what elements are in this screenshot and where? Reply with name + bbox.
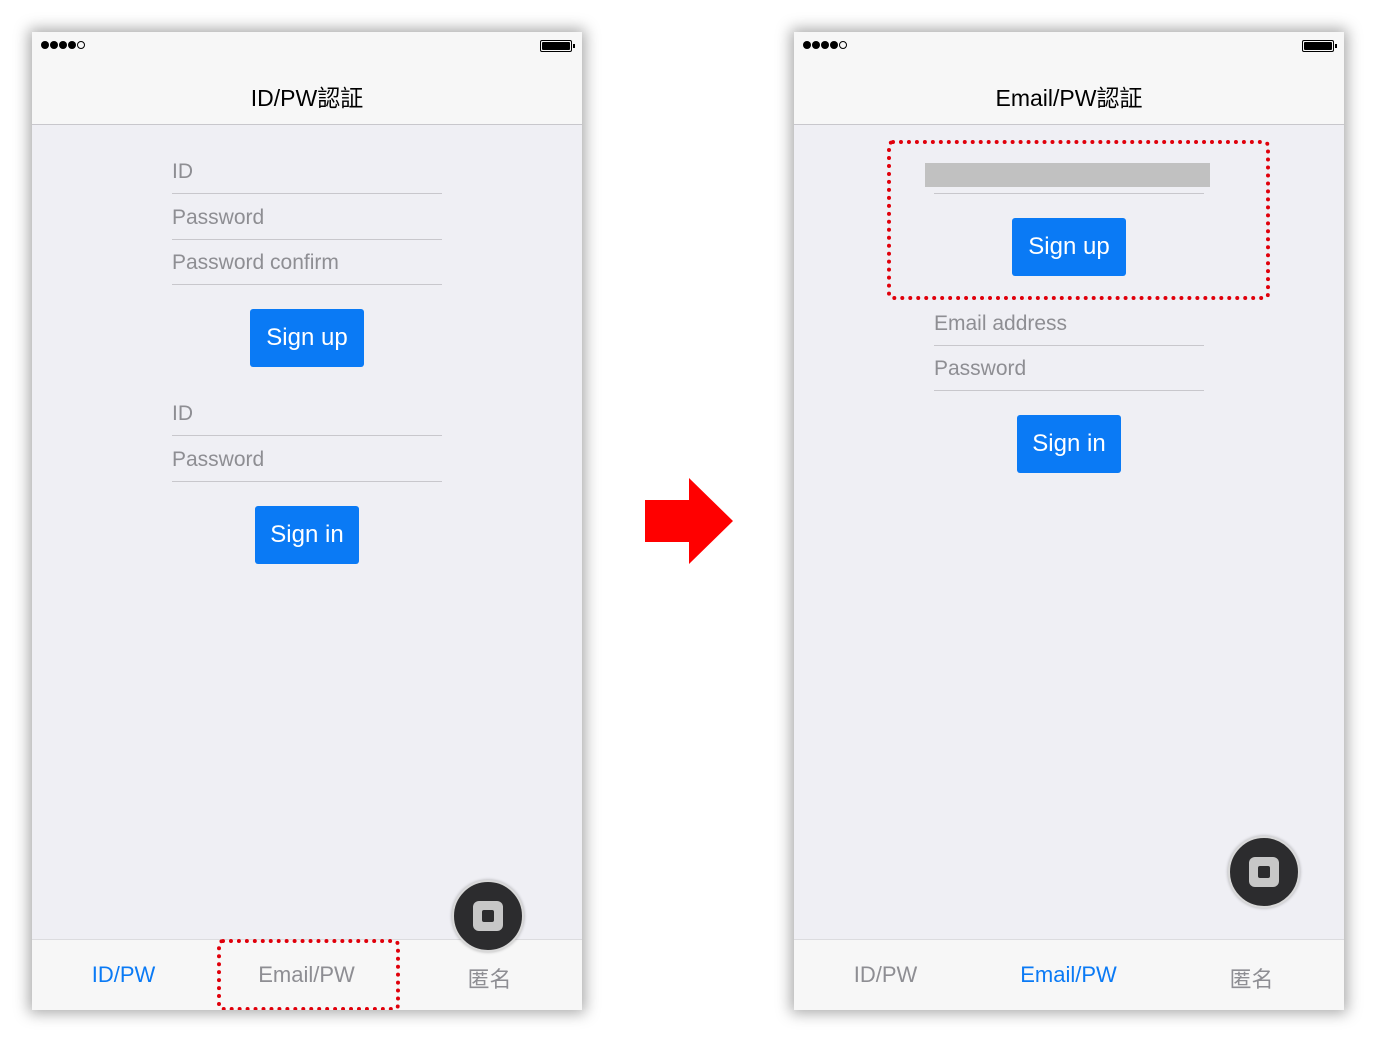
signup-password-field[interactable]: Password [172, 195, 442, 240]
tab-bar: ID/PW Email/PW 匿名 [794, 939, 1344, 1010]
assistive-touch-button[interactable] [452, 880, 524, 952]
sign-in-button[interactable]: Sign in [1017, 415, 1121, 473]
page-title: ID/PW認証 [250, 85, 364, 111]
tab-id-pw[interactable]: ID/PW [32, 962, 215, 988]
sign-up-button[interactable]: Sign up [250, 309, 364, 367]
right-arrow-icon [645, 478, 733, 564]
signin-password-field[interactable]: Password [172, 437, 442, 482]
signin-email-field[interactable]: Email address [934, 301, 1204, 346]
status-bar [794, 32, 1344, 60]
assistive-touch-button[interactable] [1228, 836, 1300, 908]
tab-anonymous[interactable]: 匿名 [398, 962, 581, 994]
navigation-bar: Email/PW認証 [794, 60, 1344, 125]
sign-in-button[interactable]: Sign in [255, 506, 359, 564]
signin-email-placeholder: Email address [934, 312, 1068, 335]
signal-strength-icon [803, 41, 847, 49]
navigation-bar: ID/PW認証 [32, 60, 582, 125]
battery-icon [1302, 40, 1337, 52]
signup-password-confirm-placeholder: Password confirm [172, 251, 339, 274]
signup-id-placeholder: ID [172, 160, 193, 183]
left-phone-screen: ID/PW認証 ID Password Password confirm Sig… [32, 32, 582, 1010]
signin-password-placeholder: Password [172, 448, 265, 471]
battery-icon [540, 40, 575, 52]
email-pw-tab-highlight [217, 939, 400, 1010]
status-bar [32, 32, 582, 60]
signup-password-placeholder: Password [172, 206, 265, 229]
signin-password-field[interactable]: Password [934, 346, 1204, 391]
page-title: Email/PW認証 [995, 85, 1143, 111]
signal-strength-icon [41, 41, 85, 49]
signin-id-placeholder: ID [172, 402, 193, 425]
tab-id-pw[interactable]: ID/PW [794, 962, 977, 988]
signin-id-field[interactable]: ID [172, 391, 442, 436]
right-phone-screen: Email/PW認証 Sign up Email address Passwor… [794, 32, 1344, 1010]
signin-password-placeholder: Password [934, 357, 1027, 380]
signup-area-highlight [887, 140, 1270, 300]
signup-password-confirm-field[interactable]: Password confirm [172, 240, 442, 285]
tab-anonymous[interactable]: 匿名 [1160, 962, 1343, 994]
tab-email-pw[interactable]: Email/PW [977, 962, 1160, 988]
signup-id-field[interactable]: ID [172, 149, 442, 194]
